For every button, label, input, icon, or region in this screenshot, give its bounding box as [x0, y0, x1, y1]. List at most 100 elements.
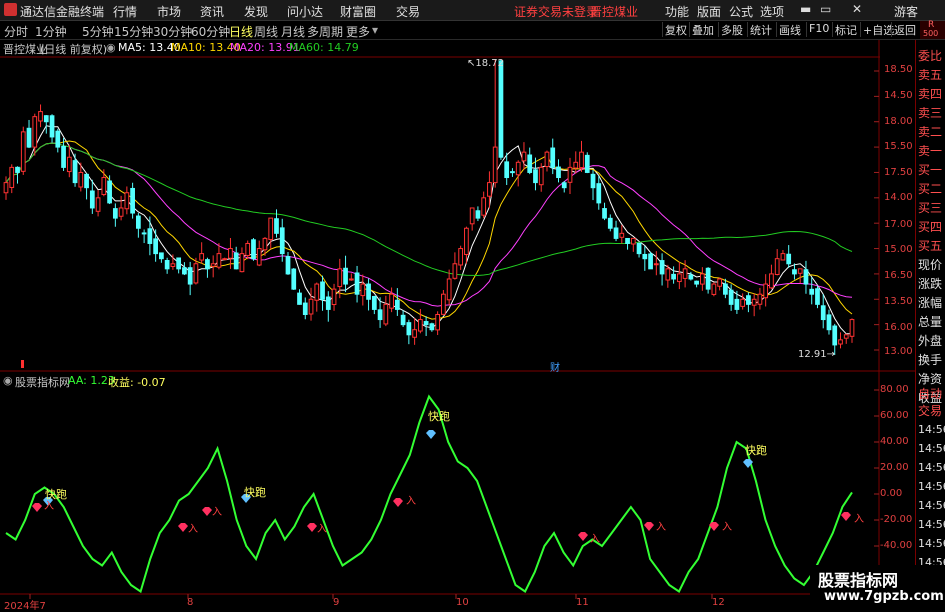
candle-body [205, 259, 210, 270]
r-number: 500 [923, 29, 939, 38]
candle-body [429, 323, 435, 331]
candle-body [187, 267, 193, 285]
candle-body [101, 177, 107, 196]
candle-body [769, 273, 774, 289]
candle-body [607, 217, 613, 229]
candle-body [510, 171, 515, 174]
candle-body [579, 151, 584, 169]
buy-gem-icon [393, 498, 403, 507]
candle-body [15, 166, 20, 173]
candle-body [314, 283, 320, 301]
buy-signal-label: 入 [722, 522, 732, 533]
price-tick: 14.00 [884, 192, 913, 203]
candle-body [567, 166, 573, 183]
candle-body [665, 268, 671, 281]
candle-body [61, 145, 66, 168]
candle-body [556, 166, 561, 179]
candle-body [216, 253, 222, 268]
candle-body [262, 237, 268, 251]
candle-body [256, 248, 262, 266]
buy-gem-icon [32, 503, 42, 512]
panel-label-4: 卖二 [918, 125, 943, 139]
candle-body [135, 215, 141, 229]
panel-label-7: 买二 [918, 182, 943, 196]
candle-body [636, 242, 642, 255]
buy-gem-icon [178, 523, 188, 532]
candle-body [648, 253, 653, 270]
panel-sub-label-0[interactable]: 自动 [918, 386, 945, 403]
candle-body [838, 339, 843, 345]
candle-body [325, 296, 331, 310]
buy-signal-label: 入 [406, 496, 416, 507]
indicator-tick: -40.00 [880, 540, 913, 551]
candle-body [826, 314, 832, 331]
panel-label-1: 卖五 [918, 68, 943, 82]
run-signal-label: 快跑 [244, 486, 266, 499]
candle-body [66, 156, 72, 173]
panel-label-11: 现价 [918, 258, 943, 272]
candle-body [239, 253, 245, 273]
candle-body [406, 322, 412, 336]
candle-body [475, 210, 481, 219]
candle-body [43, 115, 49, 123]
candle-body [642, 253, 648, 260]
candle-body [780, 253, 786, 261]
date-tick: 2024年7 [4, 601, 46, 612]
candle-body [371, 295, 377, 310]
candle-body [354, 272, 360, 295]
candle-body [435, 313, 441, 331]
candle-body [268, 217, 274, 240]
buy-signal-label: 入 [854, 514, 864, 525]
candle-body [331, 288, 337, 306]
candle-body [625, 237, 630, 244]
price-tick: 14.50 [884, 90, 913, 101]
candle-body [20, 131, 26, 172]
candle-body [504, 161, 510, 179]
indicator-tick: 80.00 [880, 384, 909, 395]
candle-body [815, 288, 820, 305]
candle-body [285, 256, 291, 275]
indicator-tick: 0.00 [880, 488, 903, 499]
low-price-label: 12.91→ [798, 349, 836, 360]
buy-signal-label: 入 [44, 501, 54, 512]
date-tick: 10 [456, 597, 469, 608]
finance-marker[interactable]: 财 [550, 359, 560, 374]
panel-label-5: 卖一 [918, 144, 943, 158]
candle-body [112, 208, 118, 219]
date-tick: 9 [333, 597, 340, 608]
panel-sub-label-1[interactable]: 交易 [918, 403, 945, 420]
candle-body [274, 218, 279, 234]
panel-time-0: 14:56 [918, 423, 945, 436]
panel-time-5: 14:56 [918, 518, 945, 531]
kline-chart[interactable] [0, 0, 915, 609]
candle-body [251, 239, 256, 260]
candle-body [423, 321, 429, 326]
candle-body [763, 283, 769, 299]
candle-body [446, 278, 452, 301]
panel-time-2: 14:56 [918, 461, 945, 474]
candle-body [118, 207, 124, 217]
candle-body [308, 298, 314, 315]
ma5-line [5, 125, 852, 335]
low-price-value: 12.91 [798, 349, 827, 360]
candle-body [159, 252, 164, 260]
panel-label-16: 换手 [918, 353, 943, 367]
candle-body [590, 173, 596, 189]
candle-body [3, 182, 9, 194]
candle-body [130, 187, 135, 214]
candle-body [757, 293, 763, 305]
quote-side-panel: 委比 卖五 卖四 卖三 卖二 卖一 买一 买二 买三 买四 买五 现价 涨跌 涨幅 总量 外盘 换手 净资 收益 自动… [915, 40, 945, 605]
price-tick: 15.00 [884, 244, 913, 255]
candle-body [544, 151, 550, 168]
candle-body [199, 253, 205, 261]
candle-body [820, 305, 826, 321]
price-tick: 13.50 [884, 296, 913, 307]
candle-body [832, 325, 838, 346]
panel-label-9: 买四 [918, 220, 943, 234]
panel-label-8: 买三 [918, 201, 943, 215]
buy-gem-icon [644, 522, 654, 531]
candle-body [389, 293, 394, 309]
panel-time-3: 14:56 [918, 480, 945, 493]
candle-body [728, 289, 734, 305]
panel-label-0: 委比 [918, 49, 943, 63]
